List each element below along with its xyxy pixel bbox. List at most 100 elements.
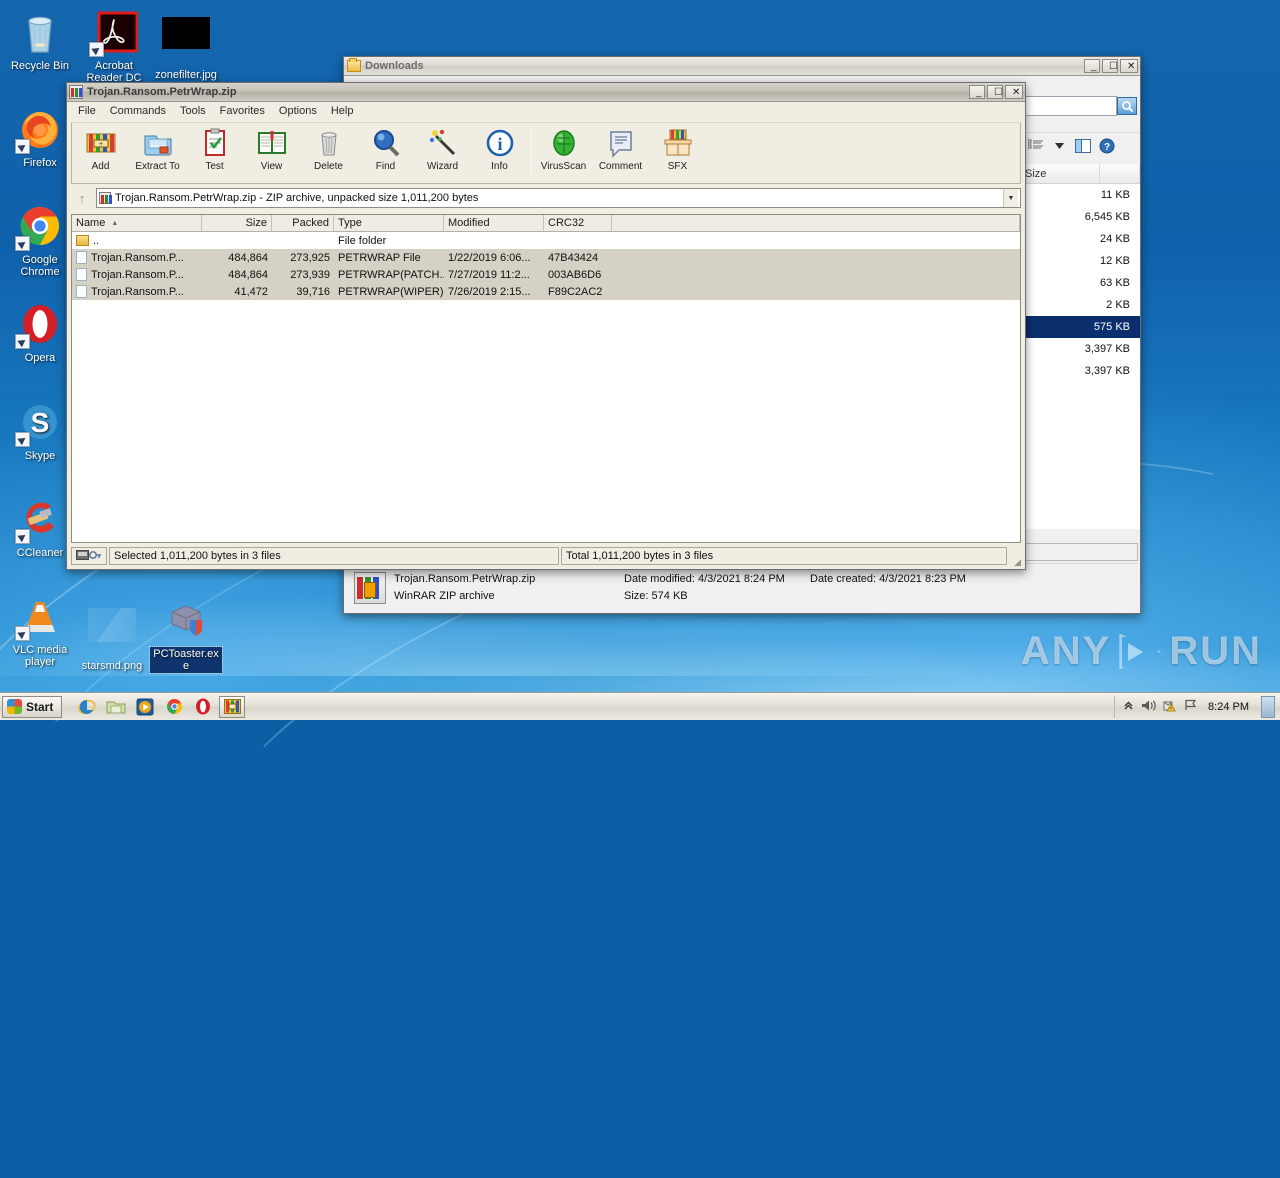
list-item[interactable]: 24 KB xyxy=(1021,228,1140,250)
taskbar-chrome-icon[interactable] xyxy=(161,696,187,718)
column-header-crc32[interactable]: CRC32 xyxy=(544,215,612,231)
winrar-file-list[interactable]: Name ▲ Size Packed Type Modified CRC32 .… xyxy=(71,214,1021,543)
cell-type: PETRWRAP(PATCH... xyxy=(338,268,444,281)
details-date-created: Date created: 4/3/2021 8:23 PM xyxy=(810,571,966,588)
toolbar-label: View xyxy=(260,161,283,172)
toolbar-button-add[interactable]: + Add xyxy=(72,123,129,183)
key-lock-icon[interactable] xyxy=(89,550,102,563)
toolbar-button-info[interactable]: i Info xyxy=(471,123,528,183)
column-header-name[interactable]: Name ▲ xyxy=(72,215,202,231)
show-hidden-icons-arrow[interactable] xyxy=(1123,700,1134,714)
list-item-selected[interactable]: 575 KB xyxy=(1021,316,1140,338)
toolbar-button-delete[interactable]: Delete xyxy=(300,123,357,183)
taskbar-media-player-icon[interactable] xyxy=(132,696,158,718)
column-header-modified[interactable]: Modified xyxy=(444,215,544,231)
menu-item-options[interactable]: Options xyxy=(272,104,324,118)
explorer-search-row xyxy=(1020,94,1140,118)
table-row[interactable]: Trojan.Ransom.P... 484,864 273,925 PETRW… xyxy=(72,249,1020,266)
taskbar-internet-explorer-icon[interactable] xyxy=(74,696,100,718)
preview-pane-icon[interactable] xyxy=(1074,137,1092,155)
toolbar-button-virusscan[interactable]: VirusScan xyxy=(535,123,592,183)
winrar-titlebar[interactable]: Trojan.Ransom.PetrWrap.zip _ ☐ ✕ xyxy=(67,83,1025,102)
action-center-icon[interactable] xyxy=(1163,699,1177,715)
menu-item-file[interactable]: File xyxy=(71,104,103,118)
file-icon xyxy=(76,268,87,281)
svg-text:+: + xyxy=(98,141,102,148)
list-item[interactable]: 3,397 KB xyxy=(1021,338,1140,360)
desktop-icon-pctoaster-exe[interactable]: PCToaster.exe xyxy=(149,596,223,674)
archive-path-field[interactable]: Trojan.Ransom.PetrWrap.zip - ZIP archive… xyxy=(96,188,1021,208)
help-icon[interactable]: ? xyxy=(1098,137,1116,155)
toolbar-button-find[interactable]: Find xyxy=(357,123,414,183)
toolbar-button-wizard[interactable]: Wizard xyxy=(414,123,471,183)
list-item[interactable]: 11 KB xyxy=(1021,184,1140,206)
taskbar-winrar-icon[interactable] xyxy=(219,695,246,718)
show-desktop-button[interactable] xyxy=(1261,695,1275,718)
search-icon[interactable] xyxy=(1117,97,1137,115)
svg-text:S: S xyxy=(31,407,50,438)
svg-text:?: ? xyxy=(1104,142,1110,153)
taskbar-opera-icon[interactable] xyxy=(190,696,216,718)
list-item[interactable]: 3,397 KB xyxy=(1021,360,1140,382)
up-one-level-button[interactable]: ↑ xyxy=(71,188,93,208)
column-header-size[interactable]: Size xyxy=(1020,164,1100,183)
search-box[interactable] xyxy=(1023,96,1117,116)
close-button[interactable]: ✕ xyxy=(1120,59,1138,73)
menu-item-help[interactable]: Help xyxy=(324,104,361,118)
chevron-down-icon[interactable]: ▼ xyxy=(1003,189,1018,207)
menu-item-tools[interactable]: Tools xyxy=(173,104,213,118)
taskbar-clock[interactable]: 8:24 PM xyxy=(1205,701,1252,713)
volume-icon[interactable] xyxy=(1141,699,1156,715)
list-item[interactable]: 12 KB xyxy=(1021,250,1140,272)
toolbar-button-comment[interactable]: Comment xyxy=(592,123,649,183)
folder-up-icon xyxy=(76,235,89,246)
toolbar-button-extract-to[interactable]: Extract To xyxy=(129,123,186,183)
table-row[interactable]: Trojan.Ransom.P... 484,864 273,939 PETRW… xyxy=(72,266,1020,283)
column-header-type[interactable]: Type xyxy=(334,215,444,231)
explorer-file-size-list[interactable]: 11 KB 6,545 KB 24 KB 12 KB 63 KB 2 KB 57… xyxy=(1020,184,1140,529)
desktop-icon-label: starsmd.png xyxy=(81,660,143,672)
image-thumbnail-icon xyxy=(162,17,210,65)
winrar-window[interactable]: Trojan.Ransom.PetrWrap.zip _ ☐ ✕ File Co… xyxy=(66,82,1026,570)
explorer-titlebar[interactable]: Downloads _ ☐ ✕ xyxy=(344,57,1140,76)
desktop-icon-starsmd-png[interactable]: starsmd.png xyxy=(76,600,148,673)
chevron-down-icon[interactable] xyxy=(1050,137,1068,155)
table-row[interactable]: Trojan.Ransom.P... 41,472 39,716 PETRWRA… xyxy=(72,283,1020,300)
vlc-icon xyxy=(15,592,64,641)
winrar-menubar: File Commands Tools Favorites Options He… xyxy=(67,102,1025,120)
desktop-icon-acrobat-reader-dc[interactable]: Acrobat Reader DC xyxy=(78,8,150,85)
explorer-window-controls: _ ☐ ✕ xyxy=(1084,59,1138,73)
list-item[interactable]: 6,545 KB xyxy=(1021,206,1140,228)
resize-grip[interactable] xyxy=(1009,553,1021,568)
explorer-window-title: Downloads xyxy=(365,60,424,72)
column-header-packed[interactable]: Packed xyxy=(272,215,334,231)
minimize-button[interactable]: _ xyxy=(969,85,985,99)
views-list-icon[interactable] xyxy=(1026,137,1044,155)
column-header-size[interactable]: Size xyxy=(202,215,272,231)
table-row[interactable]: .. File folder xyxy=(72,232,1020,249)
toolbar-button-test[interactable]: Test xyxy=(186,123,243,183)
taskbar-windows-explorer-icon[interactable] xyxy=(103,696,129,718)
maximize-button[interactable]: ☐ xyxy=(1102,59,1118,73)
toolbar-button-view[interactable]: View xyxy=(243,123,300,183)
desktop-icon-label: zonefilter.jpg xyxy=(155,69,217,81)
menu-item-commands[interactable]: Commands xyxy=(103,104,173,118)
start-button[interactable]: Start xyxy=(2,695,63,718)
status-selected-text: Selected 1,011,200 bytes in 3 files xyxy=(109,547,559,565)
details-date-created-value: 4/3/2021 8:23 PM xyxy=(879,572,966,585)
column-header-blank[interactable] xyxy=(1100,164,1140,183)
minimize-button[interactable]: _ xyxy=(1084,59,1100,73)
network-icon[interactable] xyxy=(1184,699,1198,714)
close-button[interactable]: ✕ xyxy=(1005,85,1023,99)
desktop-icon-zonefilter-jpg[interactable]: zonefilter.jpg xyxy=(150,8,222,82)
menu-item-favorites[interactable]: Favorites xyxy=(213,104,272,118)
desktop-icon-vlc-media-player[interactable]: VLC media player xyxy=(4,592,76,669)
toolbar-button-sfx[interactable]: SFX xyxy=(649,123,706,183)
shortcut-overlay-icon xyxy=(15,139,30,154)
maximize-button[interactable]: ☐ xyxy=(987,85,1003,99)
list-item[interactable]: 2 KB xyxy=(1021,294,1140,316)
desktop-icon-recycle-bin[interactable]: Recycle Bin xyxy=(4,8,76,73)
sfx-box-icon xyxy=(662,127,694,159)
list-item[interactable]: 63 KB xyxy=(1021,272,1140,294)
search-input[interactable] xyxy=(1026,99,1114,113)
